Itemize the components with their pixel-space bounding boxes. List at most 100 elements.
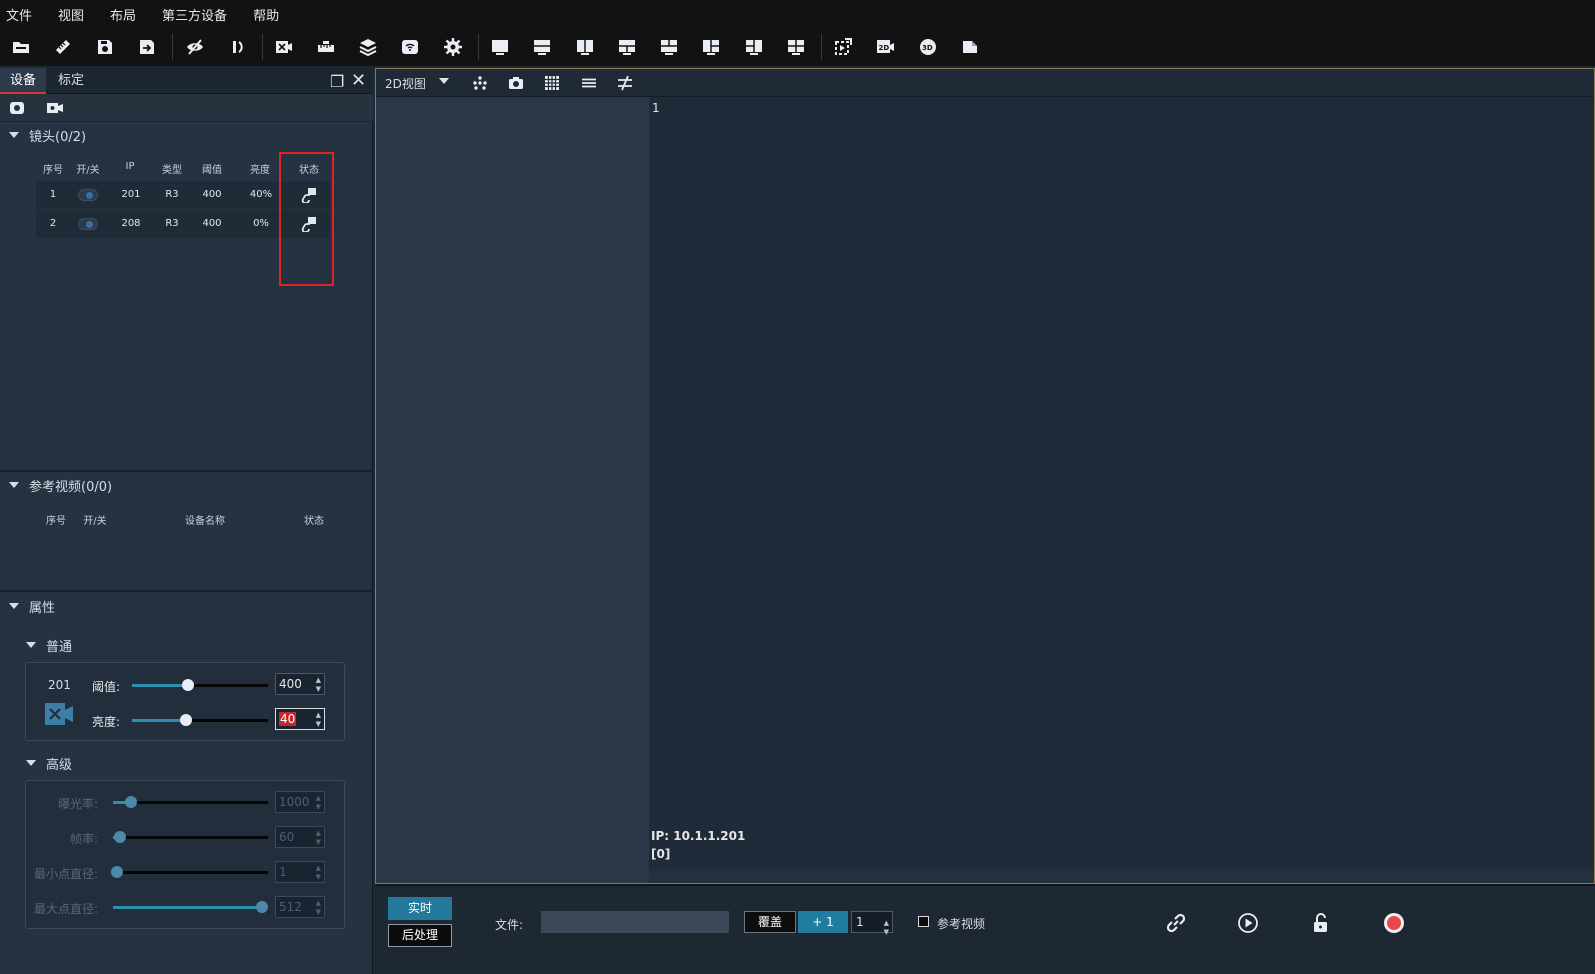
view-2d-icon[interactable]: 2D xyxy=(874,36,896,58)
threshold-slider-knob[interactable] xyxy=(181,679,194,691)
layout-4a-icon[interactable] xyxy=(743,36,765,58)
props-section-header[interactable]: 属性 xyxy=(0,595,55,617)
framerate-spinbox: 60 ▲ ▼ xyxy=(275,826,325,848)
spin-down-icon: ▼ xyxy=(315,838,321,846)
rotate-icon[interactable] xyxy=(226,36,248,58)
visibility-icon[interactable] xyxy=(9,100,25,116)
step-spinbox[interactable]: 1 ▲ ▼ xyxy=(851,911,893,936)
advanced-group: 曝光率: 1000 ▲ ▼ 帧率: 60 ▲ ▼ 最小点直径: 1 ▲ ▼ 最大点直径: 5… xyxy=(25,780,345,929)
ref-video-checkbox[interactable] xyxy=(918,916,929,927)
max-dot-label: 最大点直径: xyxy=(33,902,98,916)
camera-x-icon[interactable] xyxy=(273,36,295,58)
brightness-slider-knob[interactable] xyxy=(180,714,193,726)
spin-up-icon[interactable]: ▲ xyxy=(316,711,321,719)
spin-down-icon[interactable]: ▼ xyxy=(316,720,321,728)
collapse-icon xyxy=(9,482,19,488)
ref-col-toggle: 开/关 xyxy=(83,516,107,527)
collapse-icon xyxy=(26,642,36,648)
ref-video-label: 参考视频 xyxy=(937,917,986,931)
record-icon[interactable] xyxy=(1381,910,1407,936)
gear-icon[interactable] xyxy=(442,36,464,58)
menu-view[interactable]: 视图 xyxy=(58,5,84,24)
view-mode-select[interactable]: 2D视图 xyxy=(385,75,426,92)
brightness-spinbox[interactable]: 40 ▲ ▼ xyxy=(275,708,325,730)
menu-third-party[interactable]: 第三方设备 xyxy=(162,5,227,24)
advanced-section-header[interactable]: 高级 xyxy=(17,752,72,774)
layout-2v-icon[interactable] xyxy=(574,36,596,58)
view-area: 2D视图 1 IP: 10.1.1.201 [0] xyxy=(375,68,1595,884)
toolbar-separator xyxy=(478,34,479,60)
wifi-settings-icon[interactable] xyxy=(399,36,421,58)
layout-4b-icon[interactable] xyxy=(785,36,807,58)
grid-pattern-icon[interactable] xyxy=(544,75,560,91)
layout-3b-icon[interactable] xyxy=(658,36,680,58)
file-label: 文件: xyxy=(495,918,524,932)
spin-up-icon[interactable]: ▲ xyxy=(316,676,321,684)
plus-one-button[interactable]: + 1 xyxy=(798,911,848,933)
open-folder-icon[interactable] xyxy=(10,36,32,58)
menu-help[interactable]: 帮助 xyxy=(253,5,279,24)
play-icon[interactable] xyxy=(1235,910,1261,936)
add-camera-icon[interactable] xyxy=(46,100,64,116)
max-dot-spinbox: 512 ▲ ▼ xyxy=(275,896,325,918)
save-as-icon[interactable] xyxy=(136,36,158,58)
restore-icon[interactable]: ❐ xyxy=(330,72,344,91)
save-icon[interactable] xyxy=(94,36,116,58)
document-icon[interactable] xyxy=(959,36,981,58)
lines-icon[interactable] xyxy=(581,75,597,91)
row-ip: 208 xyxy=(121,218,141,229)
col-index: 序号 xyxy=(43,165,63,176)
layout-3a-icon[interactable] xyxy=(616,36,638,58)
layout-1-icon[interactable] xyxy=(489,36,511,58)
normal-section-header[interactable]: 普通 xyxy=(17,634,72,656)
menu-bar: 文件 视图 布局 第三方设备 帮助 xyxy=(0,0,1595,28)
measure-icon[interactable] xyxy=(315,36,337,58)
record-region-icon[interactable] xyxy=(832,36,854,58)
close-icon[interactable]: ✕ xyxy=(351,70,366,91)
camera-view-pane[interactable]: 1 IP: 10.1.1.201 [0] xyxy=(649,97,1594,871)
row-threshold: 400 xyxy=(202,218,222,229)
tab-calibration[interactable]: 标定 xyxy=(48,68,94,94)
ref-section-header[interactable]: 参考视频(0/0) xyxy=(0,474,112,496)
ref-col-status: 状态 xyxy=(304,516,324,527)
points-icon[interactable] xyxy=(472,75,488,91)
view-mode-label: 2D视图 xyxy=(385,77,426,91)
link-icon[interactable] xyxy=(1163,910,1189,936)
menu-layout[interactable]: 布局 xyxy=(110,5,136,24)
file-input[interactable] xyxy=(541,911,729,933)
panel-tabs: 设备 标定 ❐ ✕ xyxy=(0,68,373,94)
tab-devices[interactable]: 设备 xyxy=(0,68,47,94)
ruler-icon[interactable] xyxy=(52,36,74,58)
col-type: 类型 xyxy=(162,165,182,176)
layers-icon[interactable] xyxy=(357,36,379,58)
framerate-slider xyxy=(113,836,268,839)
unlock-icon[interactable] xyxy=(1308,910,1334,936)
spin-down-icon[interactable]: ▼ xyxy=(316,685,321,693)
view-3d-icon[interactable]: 3D xyxy=(917,36,939,58)
layout-2h-icon[interactable] xyxy=(531,36,553,58)
power-toggle[interactable] xyxy=(78,189,98,201)
snapshot-icon[interactable] xyxy=(508,75,524,91)
menu-file[interactable]: 文件 xyxy=(6,5,32,24)
brightness-label: 亮度: xyxy=(91,715,120,729)
cover-button[interactable]: 覆盖 xyxy=(744,911,796,933)
threshold-value: 400 xyxy=(279,677,302,691)
min-dot-slider-knob xyxy=(111,866,123,878)
hide-icon[interactable] xyxy=(184,36,206,58)
spin-down-icon[interactable]: ▼ xyxy=(884,922,889,942)
lens-section-header[interactable]: 镜头(0/2) xyxy=(0,124,86,146)
threshold-spinbox[interactable]: 400 ▲ ▼ xyxy=(275,673,325,695)
not-equal-icon[interactable] xyxy=(617,75,633,91)
chevron-down-icon[interactable] xyxy=(439,78,449,84)
power-toggle[interactable] xyxy=(78,218,98,230)
layout-3c-icon[interactable] xyxy=(700,36,722,58)
panel-subtoolbar xyxy=(0,94,373,122)
realtime-button[interactable]: 实时 xyxy=(388,897,452,920)
spin-down-icon: ▼ xyxy=(315,908,321,916)
postprocess-button[interactable]: 后处理 xyxy=(388,924,452,947)
exposure-label: 曝光率: xyxy=(57,797,98,811)
pane-info: IP: 10.1.1.201 [0] xyxy=(651,827,745,863)
framerate-value: 60 xyxy=(279,830,295,844)
row-threshold: 400 xyxy=(202,189,222,200)
section-divider xyxy=(0,470,373,472)
